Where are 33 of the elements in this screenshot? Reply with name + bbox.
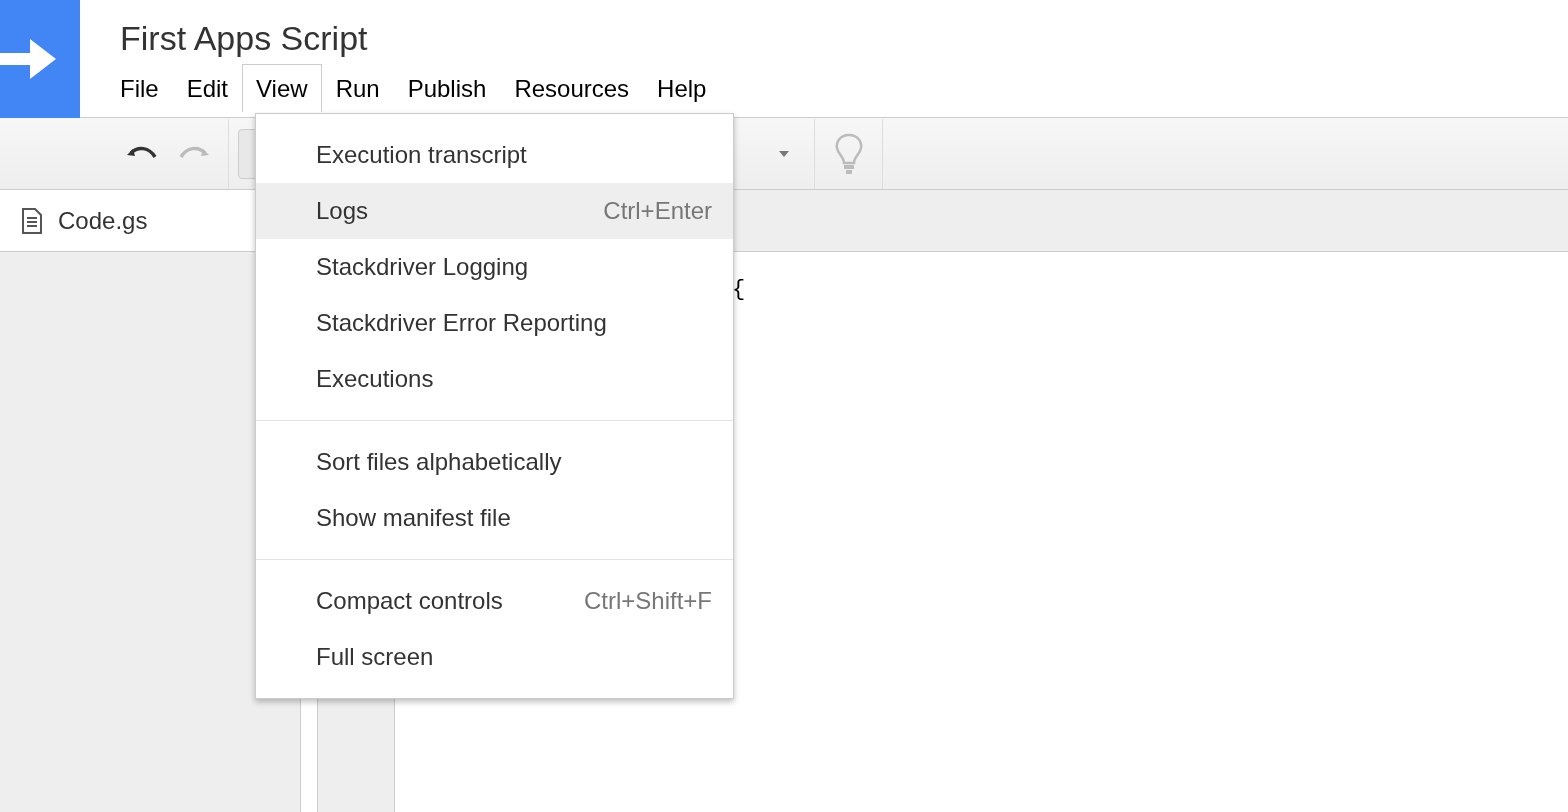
menu-item-label: Executions [316, 364, 434, 394]
menu-item[interactable]: Sort files alphabetically [256, 434, 733, 490]
menu-bar-item[interactable]: Help [643, 64, 721, 112]
code-line: { [732, 276, 747, 304]
shortcut-label: Ctrl+Enter [603, 196, 712, 226]
menu-item-label: Sort files alphabetically [316, 447, 562, 477]
menu-bar-item[interactable]: File [106, 64, 173, 112]
menu-item[interactable]: Compact controls Ctrl+Shift+F [256, 573, 733, 629]
menu-item-label: Show manifest file [316, 503, 511, 533]
menu-bar-item[interactable]: Publish [393, 64, 501, 112]
menu-item[interactable]: Show manifest file [256, 490, 733, 546]
lightbulb-icon[interactable] [834, 131, 864, 176]
menu-item[interactable]: Executions [256, 351, 733, 407]
menu-item[interactable]: Stackdriver Logging [256, 239, 733, 295]
shortcut-label: Ctrl+Shift+F [583, 586, 712, 616]
menu-item[interactable]: Execution transcript [256, 127, 733, 183]
document-icon [22, 207, 42, 234]
menu-item-label: Logs [316, 196, 369, 226]
menu-item-label: Execution transcript [316, 140, 527, 170]
menu-item[interactable]: Stackdriver Error Reporting [256, 295, 733, 351]
caret-icon[interactable] [778, 149, 790, 158]
menu-bar-item[interactable]: Edit [172, 64, 243, 112]
menu-bar-item[interactable]: View [242, 64, 322, 112]
menu-item-label: Full screen [316, 642, 434, 672]
menu-item-label: Stackdriver Error Reporting [316, 308, 607, 338]
menu-item[interactable]: Full screen [256, 629, 733, 685]
project-title: First Apps Script [120, 18, 369, 58]
menu-bar-item[interactable]: Run [321, 64, 394, 112]
menu-item-label: Stackdriver Logging [316, 252, 529, 282]
file-tab[interactable]: Code.gs [0, 190, 256, 251]
menu-bar-item[interactable]: Resources [500, 64, 644, 112]
menu-item[interactable]: Logs Ctrl+Enter [256, 183, 733, 239]
menu-item-label: Compact controls [316, 586, 503, 616]
